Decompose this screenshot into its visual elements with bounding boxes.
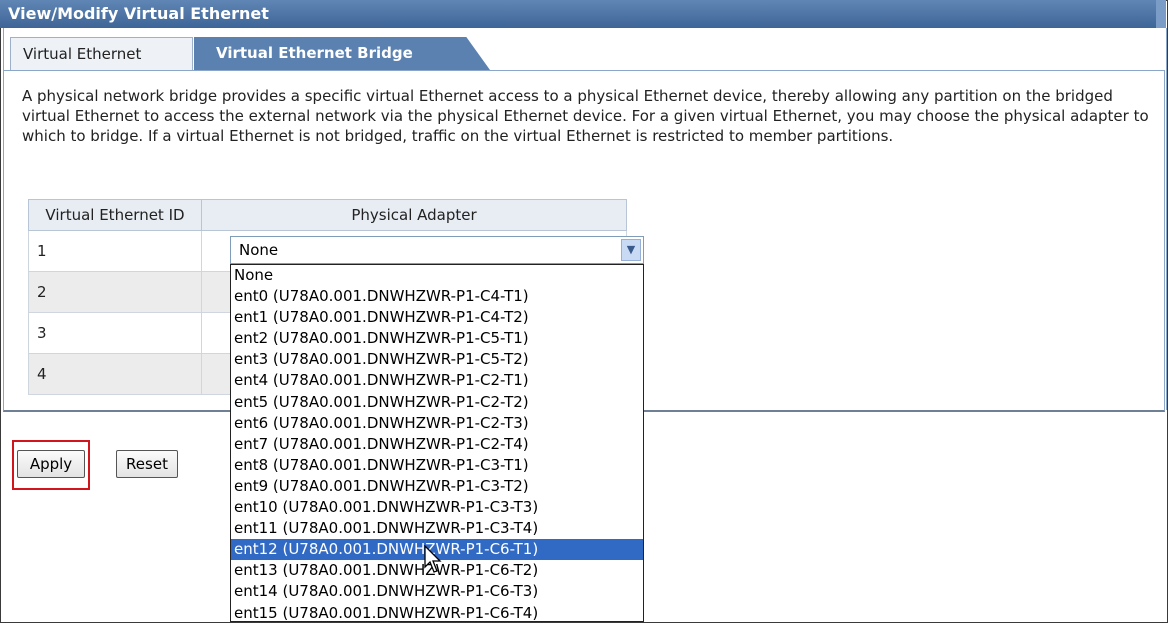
dropdown-option[interactable]: ent6 (U78A0.001.DNWHZWR-P1-C2-T3) — [231, 413, 643, 434]
row-id-cell: 1 — [28, 230, 202, 272]
dropdown-option[interactable]: ent11 (U78A0.001.DNWHZWR-P1-C3-T4) — [231, 518, 643, 539]
window-corner-control[interactable] — [1156, 0, 1166, 28]
chevron-down-icon[interactable]: ▼ — [621, 239, 641, 261]
dropdown-option[interactable]: ent4 (U78A0.001.DNWHZWR-P1-C2-T1) — [231, 370, 643, 391]
row-id-cell: 3 — [28, 312, 202, 354]
reset-button[interactable]: Reset — [116, 450, 178, 478]
dropdown-option[interactable]: None — [231, 265, 643, 286]
tab-virtual-ethernet-bridge[interactable]: Virtual Ethernet Bridge — [194, 37, 490, 70]
dropdown-option[interactable]: ent1 (U78A0.001.DNWHZWR-P1-C4-T2) — [231, 307, 643, 328]
dropdown-option[interactable]: ent7 (U78A0.001.DNWHZWR-P1-C2-T4) — [231, 434, 643, 455]
dropdown-option[interactable]: ent14 (U78A0.001.DNWHZWR-P1-C6-T3) — [231, 581, 643, 602]
dropdown-option[interactable]: ent9 (U78A0.001.DNWHZWR-P1-C3-T2) — [231, 476, 643, 497]
dropdown-option[interactable]: ent0 (U78A0.001.DNWHZWR-P1-C4-T1) — [231, 286, 643, 307]
column-header-adapter: Physical Adapter — [201, 199, 627, 231]
mouse-cursor-icon — [424, 545, 442, 573]
dropdown-option[interactable]: ent2 (U78A0.001.DNWHZWR-P1-C5-T1) — [231, 328, 643, 349]
tab-strip: Virtual Ethernet Virtual Ethernet Bridge — [4, 28, 1166, 70]
row-id-cell: 4 — [28, 353, 202, 395]
dropdown-option[interactable]: ent5 (U78A0.001.DNWHZWR-P1-C2-T2) — [231, 392, 643, 413]
column-header-id: Virtual Ethernet ID — [28, 199, 202, 231]
dropdown-option[interactable]: ent10 (U78A0.001.DNWHZWR-P1-C3-T3) — [231, 497, 643, 518]
dropdown-option[interactable]: ent15 (U78A0.001.DNWHZWR-P1-C6-T4) — [231, 603, 643, 622]
bridge-description: A physical network bridge provides a spe… — [22, 87, 1149, 145]
select-current-value: None — [239, 241, 279, 259]
apply-button[interactable]: Apply — [17, 450, 85, 478]
dropdown-option[interactable]: ent3 (U78A0.001.DNWHZWR-P1-C5-T2) — [231, 349, 643, 370]
window-title-bar: View/Modify Virtual Ethernet — [0, 0, 1166, 28]
dropdown-option[interactable]: ent8 (U78A0.001.DNWHZWR-P1-C3-T1) — [231, 455, 643, 476]
tab-virtual-ethernet[interactable]: Virtual Ethernet — [10, 37, 193, 70]
window-title: View/Modify Virtual Ethernet — [8, 4, 269, 23]
physical-adapter-select[interactable]: None ▼ — [230, 236, 644, 264]
row-id-cell: 2 — [28, 271, 202, 313]
